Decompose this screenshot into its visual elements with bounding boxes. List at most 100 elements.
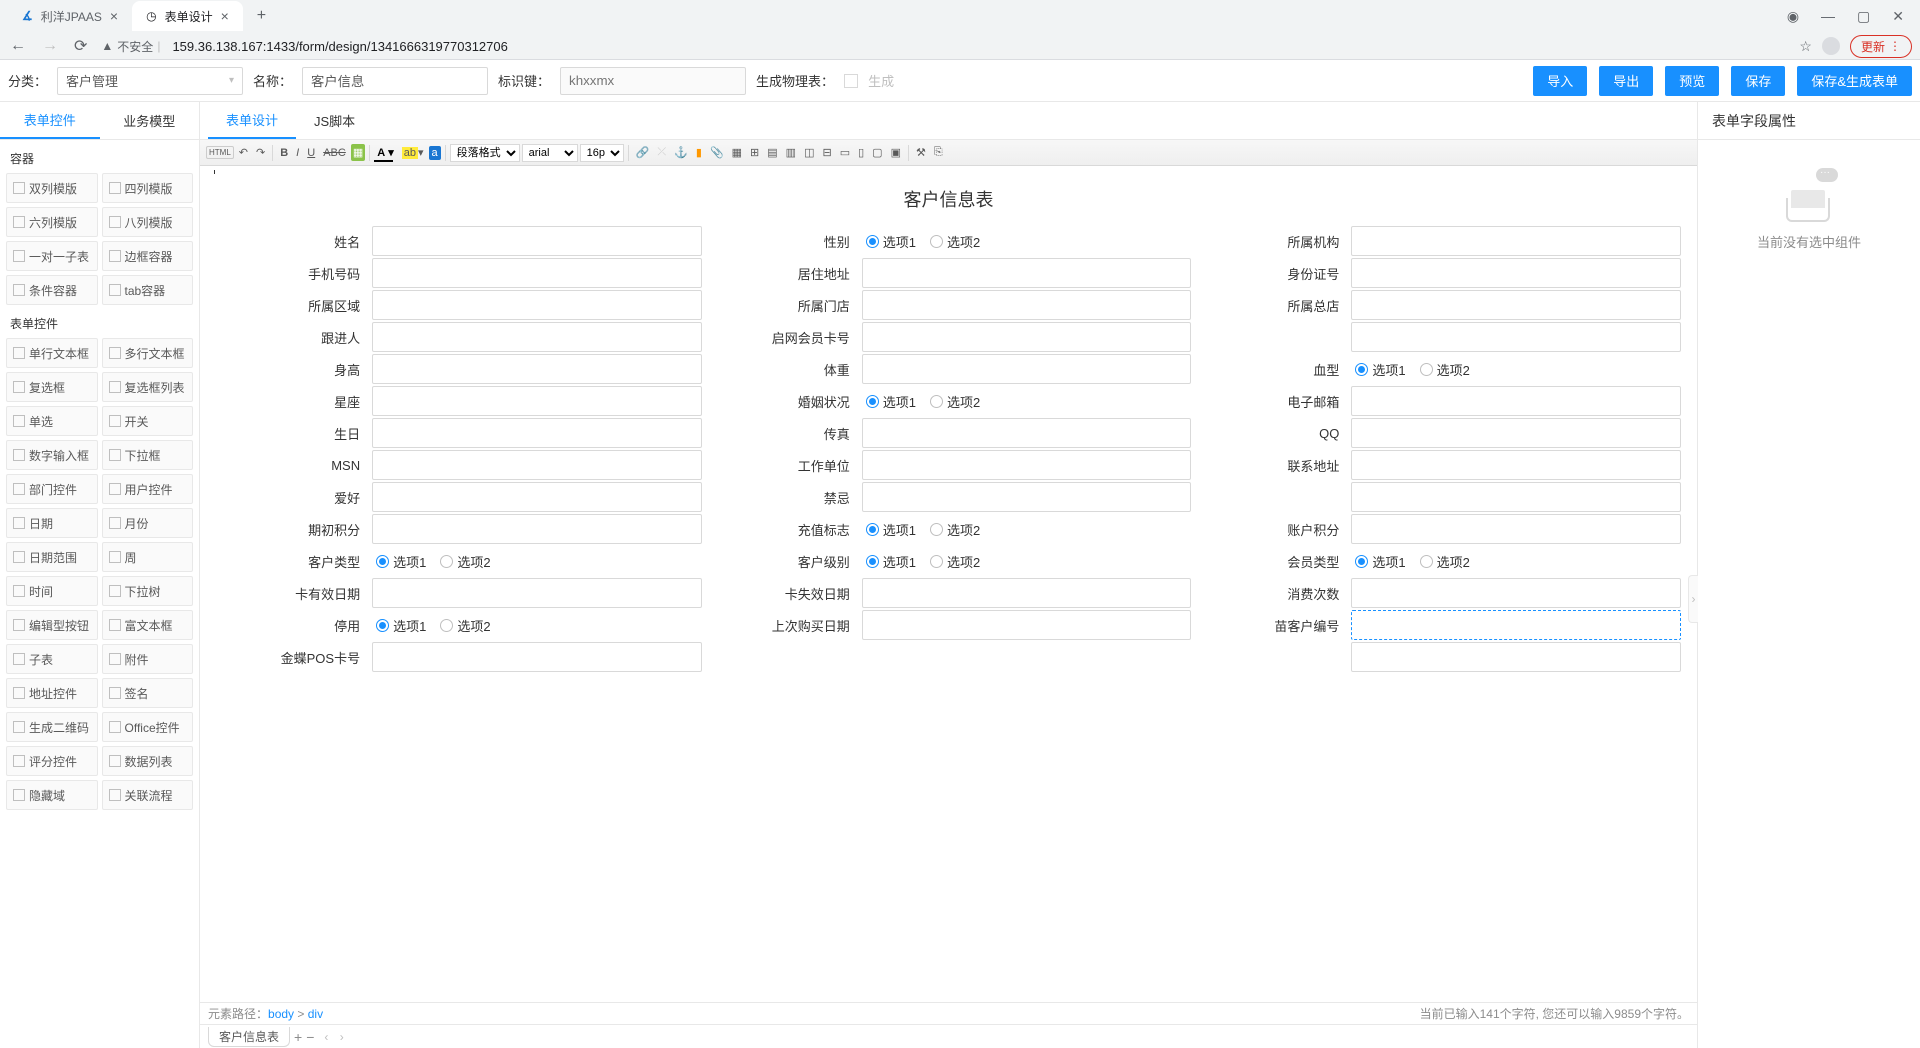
cell4-icon[interactable]: ▣ <box>888 144 904 161</box>
text-input[interactable] <box>862 418 1192 448</box>
back-icon[interactable]: ← <box>8 35 28 57</box>
widget-item-26[interactable]: 隐藏域 <box>6 780 98 810</box>
radio-option[interactable]: 选项2 <box>440 616 490 635</box>
text-input[interactable] <box>862 482 1192 512</box>
unlink-icon[interactable]: ⤫ <box>654 144 669 161</box>
widget-item-7[interactable]: 下拉框 <box>102 440 194 470</box>
text-input[interactable] <box>372 482 702 512</box>
text-input[interactable] <box>1351 642 1681 672</box>
path-div[interactable]: div <box>308 1007 323 1021</box>
radio-option[interactable]: 选项2 <box>930 232 980 251</box>
text-input[interactable] <box>372 642 702 672</box>
container-item-6[interactable]: 条件容器 <box>6 275 98 305</box>
text-input[interactable] <box>372 226 702 256</box>
text-input[interactable] <box>1351 578 1681 608</box>
text-input[interactable] <box>1351 258 1681 288</box>
widget-item-1[interactable]: 多行文本框 <box>102 338 194 368</box>
bookmark-icon[interactable]: ▮ <box>693 144 705 161</box>
widget-item-27[interactable]: 关联流程 <box>102 780 194 810</box>
forward-icon[interactable]: → <box>40 35 60 57</box>
radio-group[interactable]: 选项1选项2 <box>862 226 1192 256</box>
close-icon[interactable]: ✕ <box>1892 8 1904 25</box>
bold-icon[interactable]: B <box>277 145 291 161</box>
redo-icon[interactable]: ↷ <box>253 144 268 161</box>
close-icon[interactable]: × <box>221 8 229 24</box>
radio-option[interactable]: 选项2 <box>440 552 490 571</box>
tool-icon[interactable]: ⚒ <box>913 144 929 161</box>
cell3-icon[interactable]: ▢ <box>869 144 885 161</box>
widget-item-4[interactable]: 单选 <box>6 406 98 436</box>
minimize-icon[interactable]: — <box>1821 8 1835 25</box>
export-button[interactable]: 导出 <box>1599 66 1653 96</box>
text-input[interactable] <box>372 418 702 448</box>
widget-item-23[interactable]: Office控件 <box>102 712 194 742</box>
text-input[interactable] <box>372 450 702 480</box>
widget-item-12[interactable]: 日期范围 <box>6 542 98 572</box>
radio-option[interactable]: 选项2 <box>930 520 980 539</box>
preview-button[interactable]: 预览 <box>1665 66 1719 96</box>
text-input[interactable] <box>1351 226 1681 256</box>
text-input[interactable] <box>1351 514 1681 544</box>
widget-item-11[interactable]: 月份 <box>102 508 194 538</box>
close-icon[interactable]: × <box>110 8 118 24</box>
text-input[interactable] <box>372 386 702 416</box>
widget-item-9[interactable]: 用户控件 <box>102 474 194 504</box>
text-input[interactable] <box>862 610 1192 640</box>
name-input[interactable] <box>302 67 488 95</box>
widget-item-8[interactable]: 部门控件 <box>6 474 98 504</box>
category-select[interactable]: 客户管理 ▾ <box>57 67 243 95</box>
expand-right-handle[interactable]: › <box>1688 575 1698 623</box>
tab-js-script[interactable]: JS脚本 <box>296 102 373 139</box>
radio-option[interactable]: 选项1 <box>376 616 426 635</box>
radio-option[interactable]: 选项1 <box>866 520 916 539</box>
radio-option[interactable]: 选项2 <box>1420 360 1470 379</box>
attach-icon[interactable]: 📎 <box>707 144 727 161</box>
radio-option[interactable]: 选项2 <box>930 552 980 571</box>
widget-item-19[interactable]: 附件 <box>102 644 194 674</box>
highlight-icon[interactable]: ab▾ <box>399 144 427 161</box>
text-input[interactable] <box>1351 450 1681 480</box>
text-input[interactable] <box>1351 386 1681 416</box>
text-input[interactable] <box>1351 290 1681 320</box>
container-item-3[interactable]: 八列模版 <box>102 207 194 237</box>
sheet-tab-0[interactable]: 客户信息表 <box>208 1027 290 1047</box>
url-text[interactable]: 159.36.138.167:1433/form/design/13416663… <box>172 39 507 54</box>
text-input[interactable] <box>1351 322 1681 352</box>
grid-icon[interactable]: ⊞ <box>747 144 762 161</box>
radio-option[interactable]: 选项1 <box>866 552 916 571</box>
widget-item-20[interactable]: 地址控件 <box>6 678 98 708</box>
text-input[interactable] <box>372 322 702 352</box>
radio-group[interactable]: 选项1选项2 <box>1351 546 1681 576</box>
save-button[interactable]: 保存 <box>1731 66 1785 96</box>
text-input[interactable] <box>372 354 702 384</box>
tab-biz-model[interactable]: 业务模型 <box>100 102 200 139</box>
widget-item-17[interactable]: 富文本框 <box>102 610 194 640</box>
browser-tab-1[interactable]: ◷ 表单设计 × <box>132 1 243 31</box>
form-canvas[interactable]: 客户信息表 姓名性别选项1选项2所属机构手机号码居住地址身份证号所属区域所属门店… <box>202 166 1695 694</box>
table-icon[interactable]: ▦ <box>729 144 745 161</box>
radio-option[interactable]: 选项2 <box>930 392 980 411</box>
text-input[interactable] <box>862 354 1192 384</box>
new-tab-button[interactable]: + <box>251 5 272 27</box>
widget-item-24[interactable]: 评分控件 <box>6 746 98 776</box>
widget-item-16[interactable]: 编辑型按钮 <box>6 610 98 640</box>
widget-item-14[interactable]: 时间 <box>6 576 98 606</box>
radio-group[interactable]: 选项1选项2 <box>372 546 702 576</box>
font-a-icon[interactable]: a <box>429 146 441 160</box>
radio-group[interactable]: 选项1选项2 <box>1351 354 1681 384</box>
anchor-icon[interactable]: ⚓ <box>671 144 691 161</box>
widget-item-5[interactable]: 开关 <box>102 406 194 436</box>
import-button[interactable]: 导入 <box>1533 66 1587 96</box>
bookmark-icon[interactable]: ☆ <box>1799 38 1812 55</box>
text-input[interactable] <box>372 258 702 288</box>
paragraph-format-select[interactable]: 段落格式 <box>450 144 520 162</box>
italic-icon[interactable]: I <box>293 145 302 161</box>
security-warning[interactable]: ▲ 不安全 | <box>101 38 160 55</box>
container-item-5[interactable]: 边框容器 <box>102 241 194 271</box>
reload-icon[interactable]: ⟳ <box>72 34 89 58</box>
link-icon[interactable]: 🔗 <box>633 144 653 161</box>
text-input-selected[interactable] <box>1351 610 1681 640</box>
radio-option[interactable]: 选项1 <box>1355 552 1405 571</box>
info-icon[interactable]: ◉ <box>1787 8 1799 25</box>
radio-group[interactable]: 选项1 选项2 <box>372 610 702 640</box>
